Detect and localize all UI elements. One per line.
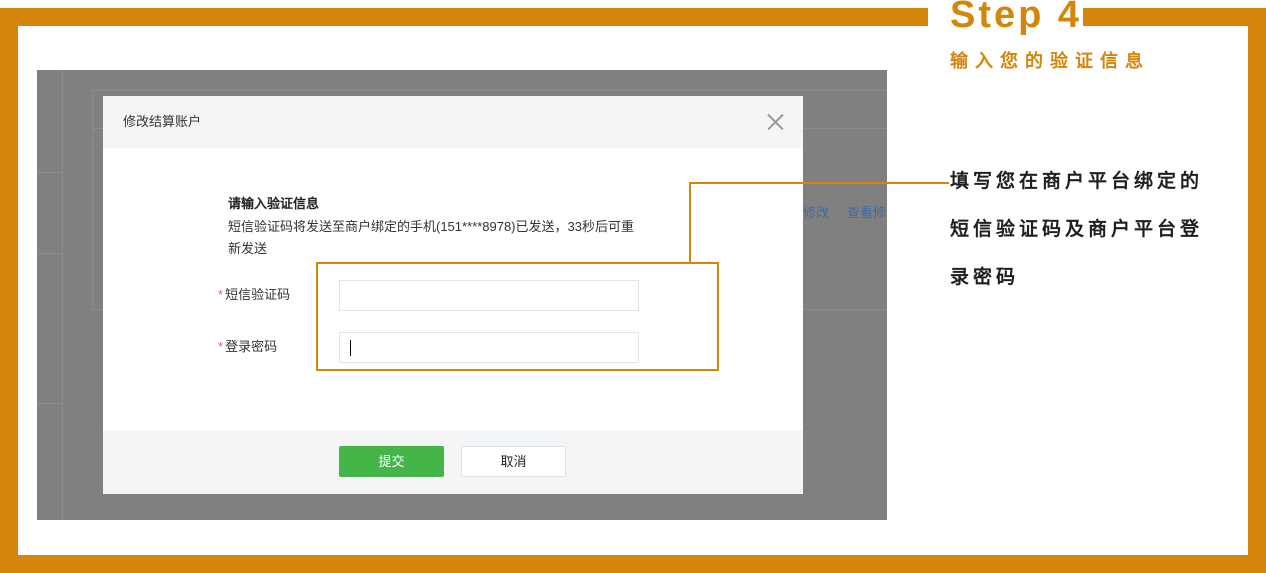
callout-connector-horizontal xyxy=(689,182,949,184)
login-password-label: * 登录密码 xyxy=(218,336,277,358)
step-title: Step 4 xyxy=(950,0,1083,36)
instruction-text: 填写您在商户平台绑定的 短信验证码及商户平台登 录密码 xyxy=(950,158,1203,302)
frame-left-band xyxy=(0,8,18,573)
sms-notice-line-2: 新发送 xyxy=(228,241,268,256)
login-password-label-text: 登录密码 xyxy=(225,339,278,354)
submit-button[interactable]: 提交 xyxy=(339,446,444,477)
background-sidebar-separator xyxy=(37,172,62,173)
required-mark: * xyxy=(218,339,224,354)
callout-connector-vertical xyxy=(689,182,691,263)
verification-heading: 请输入验证信息 xyxy=(228,196,320,211)
background-sidebar-separator xyxy=(37,253,62,254)
frame-bottom-band xyxy=(0,555,1266,573)
sms-code-label-text: 短信验证码 xyxy=(225,287,291,302)
modal-footer: 提交 取消 xyxy=(103,430,803,494)
background-edit-link[interactable]: 修改 xyxy=(803,204,829,222)
frame-top-band-right xyxy=(1083,8,1266,26)
background-view-link[interactable]: 查看修 xyxy=(847,204,886,222)
background-sidebar-separator xyxy=(37,403,62,404)
instruction-line-3: 录密码 xyxy=(950,267,1020,288)
sms-code-label: * 短信验证码 xyxy=(218,284,290,306)
instruction-line-2: 短信验证码及商户平台登 xyxy=(950,219,1204,240)
modal-title: 修改结算账户 xyxy=(123,114,202,129)
step-subtitle: 输入您的验证信息 xyxy=(950,51,1150,71)
background-sidebar-divider xyxy=(62,70,63,520)
frame-top-band-left xyxy=(0,8,928,26)
required-mark: * xyxy=(218,287,224,302)
frame-right-band xyxy=(1248,8,1266,573)
sms-notice-line-1: 短信验证码将发送至商户绑定的手机(151****8978)已发送，33秒后可重 xyxy=(228,219,634,234)
instruction-line-1: 填写您在商户平台绑定的 xyxy=(950,171,1204,192)
close-icon[interactable] xyxy=(767,113,784,130)
cancel-button[interactable]: 取消 xyxy=(461,446,566,477)
highlight-box xyxy=(316,262,719,371)
modal-header: 修改结算账户 xyxy=(103,96,803,148)
tutorial-step-canvas: Step 4 输入您的验证信息 修改 查看修 修改结算账户 请输入验证信息 短信验… xyxy=(0,0,1266,573)
background-action-links: 修改 查看修 xyxy=(803,204,886,222)
